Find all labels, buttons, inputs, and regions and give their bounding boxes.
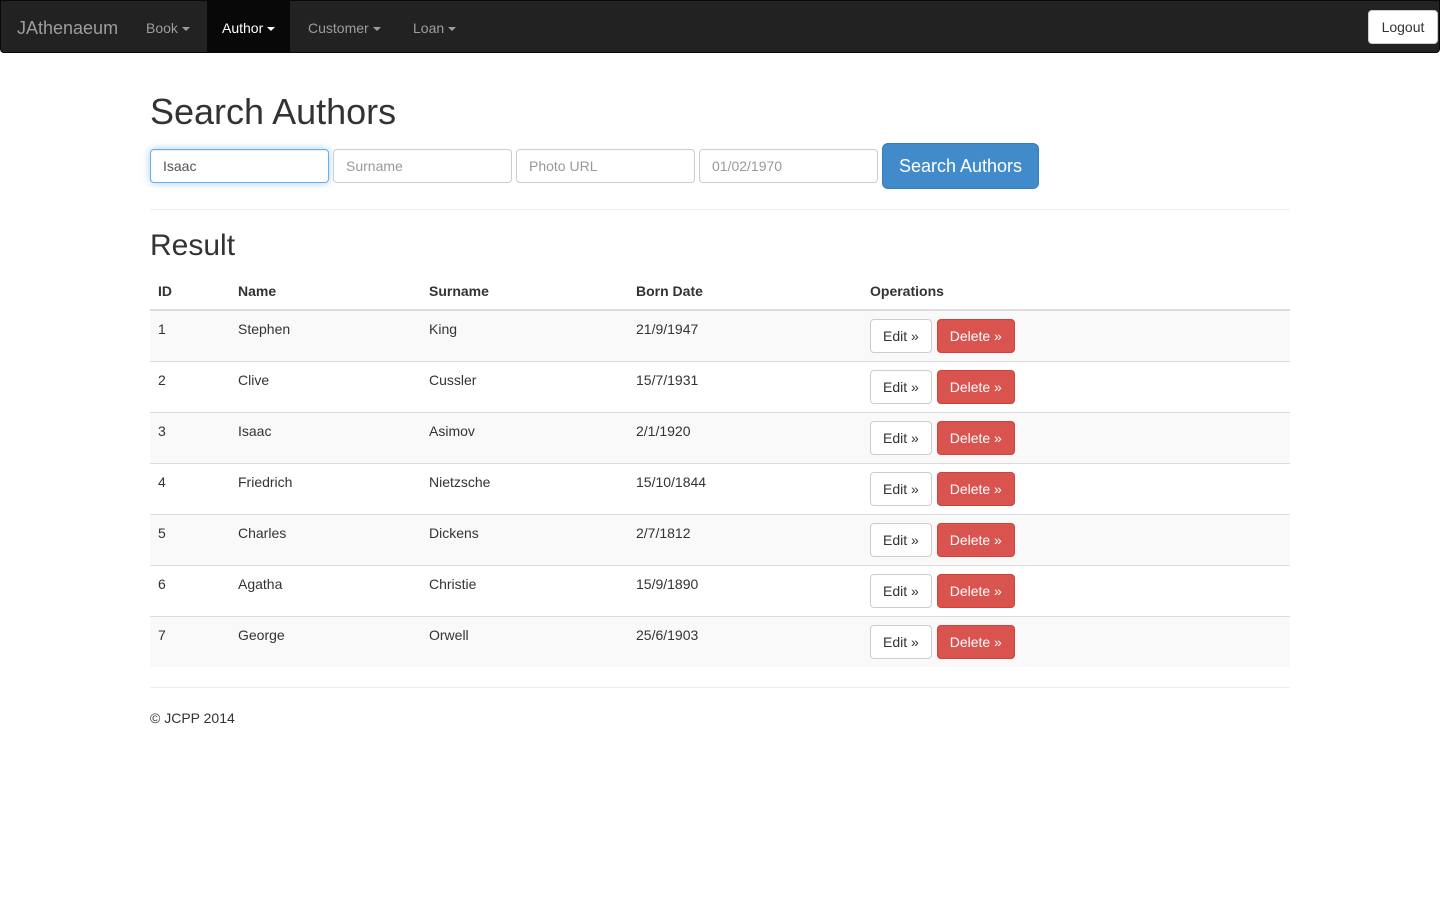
caret-down-icon (267, 27, 276, 32)
edit-button[interactable]: Edit » (870, 420, 932, 455)
cell-name: George (230, 615, 421, 667)
cell-operations: Edit » Delete » (862, 310, 1290, 361)
delete-button[interactable]: Delete » (936, 471, 1015, 506)
footer-copyright: © JCPP 2014 (150, 710, 235, 726)
surname-input[interactable] (333, 149, 512, 183)
divider (150, 209, 1290, 210)
cell-born-date: 15/10/1844 (628, 462, 862, 514)
born-date-input[interactable] (699, 149, 878, 183)
cell-surname: Asimov (421, 411, 628, 463)
delete-button[interactable]: Delete » (936, 420, 1015, 455)
table-row: 7 George Orwell 25/6/1903 Edit » Delete » (150, 615, 1290, 667)
cell-born-date: 15/7/1931 (628, 360, 862, 412)
cell-id: 4 (150, 462, 230, 514)
cell-surname: Cussler (421, 360, 628, 412)
delete-button[interactable]: Delete » (936, 522, 1015, 557)
cell-born-date: 2/1/1920 (628, 411, 862, 463)
page-title: Search Authors (150, 91, 397, 132)
cell-name: Charles (230, 513, 421, 565)
cell-name: Friedrich (230, 462, 421, 514)
caret-down-icon (372, 27, 381, 32)
photo-url-input[interactable] (516, 149, 695, 183)
column-header-surname: Surname (421, 276, 628, 311)
cell-surname: King (421, 310, 628, 361)
edit-button[interactable]: Edit » (870, 319, 932, 353)
cell-operations: Edit » Delete » (862, 462, 1290, 514)
caret-down-icon (181, 27, 190, 32)
table-row: 5 Charles Dickens 2/7/1812 Edit » Delete » (150, 513, 1290, 565)
table-row: 3 Isaac Asimov 2/1/1920 Edit » Delete » (150, 411, 1290, 463)
cell-operations: Edit » Delete » (862, 615, 1290, 667)
delete-button[interactable]: Delete » (936, 624, 1015, 659)
delete-button[interactable]: Delete » (936, 319, 1015, 353)
cell-operations: Edit » Delete » (862, 411, 1290, 463)
cell-id: 5 (150, 513, 230, 565)
nav-item-label: Book (146, 20, 178, 36)
column-header-operations: Operations (862, 276, 1290, 311)
column-header-id: ID (150, 276, 230, 311)
table-row: 2 Clive Cussler 15/7/1931 Edit » Delete » (150, 360, 1290, 412)
cell-surname: Orwell (421, 615, 628, 667)
cell-id: 2 (150, 360, 230, 412)
nav-item-loan[interactable]: Loan (398, 1, 471, 53)
cell-name: Clive (230, 360, 421, 412)
nav-item-label: Author (222, 20, 264, 36)
cell-born-date: 21/9/1947 (628, 310, 862, 361)
nav-item-label: Loan (413, 20, 445, 36)
edit-button[interactable]: Edit » (870, 624, 932, 659)
top-navbar: JAthenaeum Book Author Customer Loan Log… (0, 0, 1440, 53)
column-header-name: Name (230, 276, 421, 311)
cell-surname: Christie (421, 564, 628, 616)
name-input[interactable] (150, 149, 329, 183)
edit-button[interactable]: Edit » (870, 369, 932, 404)
nav-item-label: Customer (308, 20, 369, 36)
table-row: 4 Friedrich Nietzsche 15/10/1844 Edit » Dele… (150, 462, 1290, 514)
cell-id: 6 (150, 564, 230, 616)
column-header-born-date: Born Date (628, 276, 862, 311)
table-row: 6 Agatha Christie 15/9/1890 Edit » Delete » (150, 564, 1290, 616)
cell-name: Agatha (230, 564, 421, 616)
authors-table: ID Name Surname Born Date Operations 1 St… (150, 276, 1290, 667)
delete-button[interactable]: Delete » (936, 573, 1015, 608)
cell-name: Isaac (230, 411, 421, 463)
delete-button[interactable]: Delete » (936, 369, 1015, 404)
nav-item-author[interactable]: Author (207, 1, 291, 53)
table-row: 1 Stephen King 21/9/1947 Edit » Delete » (150, 310, 1290, 361)
footer-divider (150, 687, 1290, 688)
edit-button[interactable]: Edit » (870, 522, 932, 557)
cell-id: 1 (150, 310, 230, 361)
nav-item-book[interactable]: Book (131, 1, 205, 53)
table-header-row: ID Name Surname Born Date Operations (150, 276, 1290, 311)
cell-operations: Edit » Delete » (862, 360, 1290, 412)
edit-button[interactable]: Edit » (870, 471, 932, 506)
cell-id: 7 (150, 615, 230, 667)
edit-button[interactable]: Edit » (870, 573, 932, 608)
logout-button[interactable]: Logout (1368, 10, 1438, 44)
caret-down-icon (448, 27, 457, 32)
search-authors-button[interactable]: Search Authors (882, 143, 1039, 189)
cell-id: 3 (150, 411, 230, 463)
cell-born-date: 15/9/1890 (628, 564, 862, 616)
cell-operations: Edit » Delete » (862, 564, 1290, 616)
cell-born-date: 2/7/1812 (628, 513, 862, 565)
cell-surname: Dickens (421, 513, 628, 565)
cell-operations: Edit » Delete » (862, 513, 1290, 565)
cell-born-date: 25/6/1903 (628, 615, 862, 667)
cell-name: Stephen (230, 310, 421, 361)
result-title: Result (150, 229, 236, 262)
cell-surname: Nietzsche (421, 462, 628, 514)
nav-item-customer[interactable]: Customer (293, 1, 396, 53)
brand-link[interactable]: JAthenaeum (17, 1, 118, 54)
